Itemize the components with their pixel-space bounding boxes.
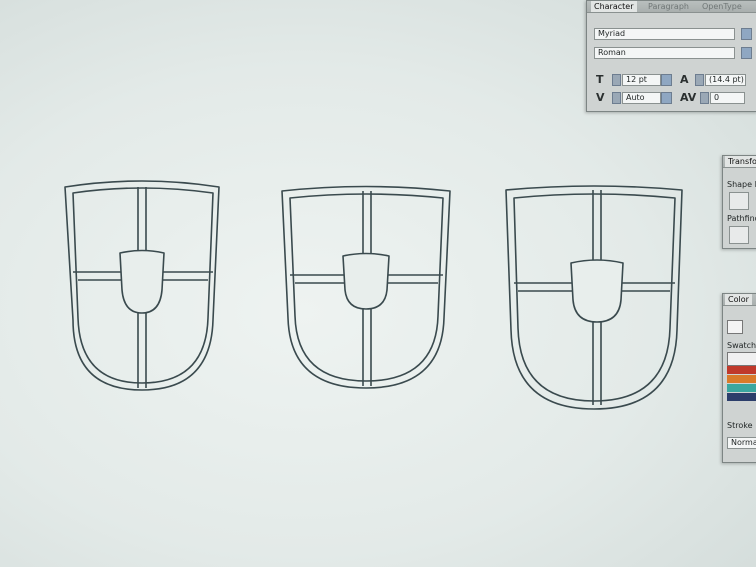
pathfinder-label: Pathfind [727, 214, 756, 223]
font-size-icon: T [596, 73, 604, 86]
shape-mode-icon[interactable] [729, 192, 749, 210]
swatches-label: Swatch [727, 341, 756, 350]
transform-panel: Transform Shape M Pathfind [722, 155, 756, 249]
blend-mode-field[interactable]: Norma [727, 437, 756, 449]
fill-stroke-icon[interactable] [727, 320, 743, 334]
shield-artwork-1[interactable] [64, 180, 220, 391]
kerning-field[interactable]: Auto [622, 92, 661, 104]
leading-icon: A [680, 73, 689, 86]
tab-transform[interactable]: Transform [725, 156, 756, 167]
stroke-label: Stroke [727, 421, 753, 430]
font-size-stepper[interactable] [612, 74, 621, 86]
kerning-stepper[interactable] [612, 92, 621, 104]
leading-field[interactable]: (14.4 pt) [705, 74, 746, 86]
leading-stepper[interactable] [695, 74, 704, 86]
swatch-color[interactable] [727, 375, 756, 383]
tab-opentype[interactable]: OpenType [699, 1, 745, 12]
font-family-field[interactable]: Myriad [594, 28, 735, 40]
tracking-stepper[interactable] [700, 92, 709, 104]
font-size-field[interactable]: 12 pt [622, 74, 661, 86]
shield-artwork-3[interactable] [505, 185, 683, 410]
font-family-dropdown-button[interactable] [741, 28, 752, 40]
swatch-grid-icon[interactable] [727, 352, 756, 366]
character-panel: Character Paragraph OpenType Myriad Roma… [586, 0, 756, 112]
transform-panel-tabbar: Transform [723, 156, 756, 168]
font-style-dropdown-button[interactable] [741, 47, 752, 59]
tab-paragraph[interactable]: Paragraph [645, 1, 692, 12]
kerning-dropdown-button[interactable] [661, 92, 672, 104]
tracking-icon: AV [680, 91, 697, 104]
character-panel-tabbar: Character Paragraph OpenType [587, 1, 756, 13]
tab-character[interactable]: Character [591, 1, 637, 12]
swatch-list [727, 366, 756, 402]
color-panel-tabbar: Color [723, 294, 756, 306]
color-panel: Color Swatch Stroke Norma [722, 293, 756, 463]
font-style-field[interactable]: Roman [594, 47, 735, 59]
tab-color[interactable]: Color [725, 294, 752, 305]
kerning-icon: V [596, 91, 605, 104]
pathfinder-icon[interactable] [729, 226, 749, 244]
shape-modes-label: Shape M [727, 180, 756, 189]
swatch-color[interactable] [727, 393, 756, 401]
tracking-field[interactable]: 0 [710, 92, 745, 104]
swatch-color[interactable] [727, 366, 756, 374]
swatch-color[interactable] [727, 384, 756, 392]
font-size-dropdown-button[interactable] [661, 74, 672, 86]
shield-artwork-2[interactable] [281, 185, 451, 389]
